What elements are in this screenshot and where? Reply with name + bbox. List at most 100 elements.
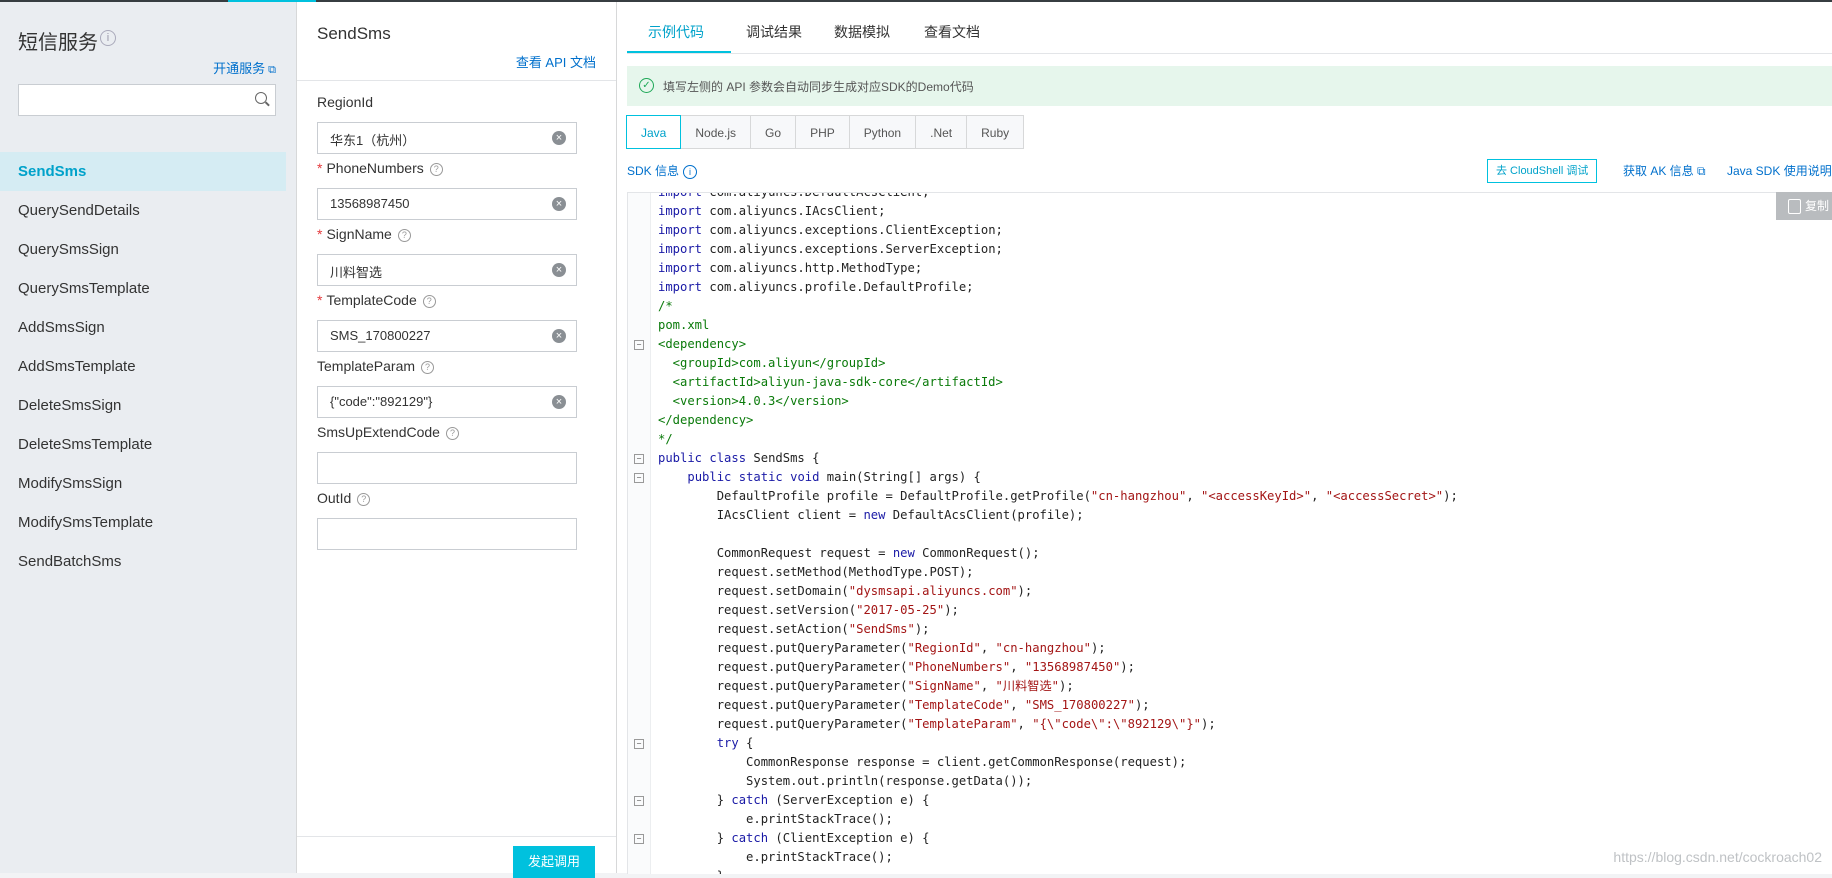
code-line: IAcsClient client = new DefaultAcsClient… bbox=[658, 508, 1084, 522]
help-icon[interactable]: ? bbox=[445, 426, 459, 440]
code-line: System.out.println(response.getData()); bbox=[658, 774, 1033, 788]
tab-debug-result[interactable]: 调试结果 bbox=[746, 22, 802, 42]
field-regionid: RegionId 华东1（杭州） × bbox=[317, 94, 577, 154]
sidebar-item-modifysmstemplate[interactable]: ModifySmsTemplate bbox=[0, 503, 286, 542]
sidebar: 短信服务 i 开通服务 ⧉ SendSms QuerySendDetails Quer… bbox=[0, 2, 297, 873]
signname-input[interactable]: 川料智选 × bbox=[317, 254, 577, 286]
fold-toggle-icon[interactable]: − bbox=[634, 834, 644, 844]
sidebar-item-deletesmstemplate[interactable]: DeleteSmsTemplate bbox=[0, 425, 286, 464]
code-line: <artifactId>aliyun-java-sdk-core</artifa… bbox=[658, 375, 1003, 389]
code-line: import com.aliyuncs.http.MethodType; bbox=[658, 261, 923, 275]
code-line: e.printStackTrace(); bbox=[658, 850, 893, 864]
fold-toggle-icon[interactable]: − bbox=[634, 454, 644, 464]
invoke-button[interactable]: 发起调用 bbox=[513, 846, 595, 878]
fold-toggle-icon[interactable]: − bbox=[634, 473, 644, 483]
required-marker: * bbox=[317, 292, 323, 308]
code-line: CommonRequest request = new CommonReques… bbox=[658, 546, 1040, 560]
required-marker: * bbox=[317, 226, 323, 242]
templatecode-input[interactable]: SMS_170800227 × bbox=[317, 320, 577, 352]
code-line: import com.aliyuncs.exceptions.ClientExc… bbox=[658, 223, 1003, 237]
sidebar-item-querysmstemplate[interactable]: QuerySmsTemplate bbox=[0, 269, 286, 308]
sdk-info-label: SDK 信息 bbox=[627, 164, 680, 178]
code-line: import com.aliyuncs.exceptions.ServerExc… bbox=[658, 242, 1003, 256]
clear-icon[interactable]: × bbox=[552, 395, 566, 409]
info-icon[interactable]: i bbox=[100, 30, 116, 46]
field-value: 华东1（杭州） bbox=[330, 133, 416, 148]
code-line: request.putQueryParameter("TemplateParam… bbox=[658, 717, 1216, 731]
lang-tab-ruby[interactable]: Ruby bbox=[966, 115, 1025, 149]
code-line: import com.aliyuncs.DefaultAcsClient; bbox=[658, 192, 930, 199]
code-gutter bbox=[628, 193, 651, 874]
search-icon[interactable] bbox=[255, 92, 267, 104]
notice-bar: ✓ 填写左侧的 API 参数会自动同步生成对应SDK的Demo代码 bbox=[627, 66, 1832, 106]
lang-tab-python[interactable]: Python bbox=[848, 115, 917, 149]
code-line: try { bbox=[716, 736, 754, 750]
tab-view-docs[interactable]: 查看文档 bbox=[924, 22, 980, 42]
lang-tab-nodejs[interactable]: Node.js bbox=[680, 115, 752, 149]
field-label: * TemplateCode? bbox=[317, 292, 577, 312]
sdk-usage-link[interactable]: Java SDK 使用说明 bbox=[1727, 162, 1832, 179]
lang-tab-net[interactable]: .Net bbox=[915, 115, 968, 149]
copy-icon bbox=[1788, 199, 1801, 215]
tab-data-mock[interactable]: 数据模拟 bbox=[834, 22, 890, 42]
code-line: e.printStackTrace(); bbox=[658, 812, 893, 826]
sidebar-item-deletesmssign[interactable]: DeleteSmsSign bbox=[0, 386, 286, 425]
smsupextendcode-input[interactable] bbox=[317, 452, 577, 484]
sidebar-item-addsmstemplate[interactable]: AddSmsTemplate bbox=[0, 347, 286, 386]
watermark: https://blog.csdn.net/cockroach02 bbox=[1613, 849, 1822, 865]
sidebar-item-querysmssign[interactable]: QuerySmsSign bbox=[0, 230, 286, 269]
sidebar-item-sendsms[interactable]: SendSms bbox=[0, 152, 286, 191]
tab-sample-code[interactable]: 示例代码 bbox=[648, 22, 704, 42]
code-editor[interactable]: import com.aliyuncs.DefaultAcsClient; imp… bbox=[627, 192, 1832, 874]
templateparam-input[interactable]: {"code":"892129"} × bbox=[317, 386, 577, 418]
cloudshell-button[interactable]: 去 CloudShell 调试 bbox=[1487, 159, 1598, 183]
clear-icon[interactable]: × bbox=[552, 329, 566, 343]
fold-toggle-icon[interactable]: − bbox=[634, 340, 644, 350]
field-label-text: OutId bbox=[317, 490, 352, 506]
open-service-link[interactable]: 开通服务 ⧉ bbox=[213, 58, 276, 77]
language-tabs: Java Node.js Go PHP Python .Net Ruby bbox=[626, 115, 1025, 149]
sidebar-item-querysenddetails[interactable]: QuerySendDetails bbox=[0, 191, 286, 230]
help-icon[interactable]: ? bbox=[357, 492, 371, 506]
form-divider bbox=[297, 80, 616, 81]
code-line: CommonResponse response = client.getComm… bbox=[658, 755, 1187, 769]
notice-text: 填写左侧的 API 参数会自动同步生成对应SDK的Demo代码 bbox=[663, 80, 974, 94]
code-line: pom.xml bbox=[658, 318, 710, 332]
code-line: public class SendSms { bbox=[658, 451, 820, 465]
help-icon[interactable]: ? bbox=[429, 162, 443, 176]
lang-tab-go[interactable]: Go bbox=[750, 115, 797, 149]
sdk-info-link[interactable]: SDK 信息 i bbox=[627, 162, 698, 179]
help-icon[interactable]: ? bbox=[421, 360, 435, 374]
sidebar-item-sendbatchsms[interactable]: SendBatchSms bbox=[0, 542, 286, 581]
field-smsupextendcode: SmsUpExtendCode? bbox=[317, 424, 577, 484]
regionid-input[interactable]: 华东1（杭州） × bbox=[317, 122, 577, 154]
field-outid: OutId? bbox=[317, 490, 577, 550]
clear-icon[interactable]: × bbox=[552, 197, 566, 211]
phonenumbers-input[interactable]: 13568987450 × bbox=[317, 188, 577, 220]
outid-input[interactable] bbox=[317, 518, 577, 550]
code-line: request.putQueryParameter("PhoneNumbers"… bbox=[658, 660, 1135, 674]
code-line: request.setMethod(MethodType.POST); bbox=[658, 565, 974, 579]
fold-toggle-icon[interactable]: − bbox=[634, 739, 644, 749]
field-label-text: RegionId bbox=[317, 94, 374, 110]
get-ak-link[interactable]: 获取 AK 信息 ⧉ bbox=[1623, 162, 1706, 179]
help-icon[interactable]: ? bbox=[422, 294, 436, 308]
fold-toggle-icon[interactable]: − bbox=[634, 796, 644, 806]
code-line: DefaultProfile profile = DefaultProfile.… bbox=[658, 489, 1458, 503]
required-marker: * bbox=[317, 160, 323, 176]
code-line: <dependency> bbox=[658, 337, 747, 351]
info-icon: i bbox=[683, 165, 698, 179]
clear-icon[interactable]: × bbox=[552, 263, 566, 277]
sidebar-search[interactable] bbox=[18, 84, 276, 116]
field-value: SMS_170800227 bbox=[330, 328, 431, 343]
code-line: request.setDomain("dysmsapi.aliyuncs.com… bbox=[658, 584, 1033, 598]
lang-tab-java[interactable]: Java bbox=[626, 115, 682, 149]
help-icon[interactable]: ? bbox=[397, 228, 411, 242]
copy-button[interactable]: 复制 bbox=[1776, 192, 1832, 220]
clear-icon[interactable]: × bbox=[552, 131, 566, 145]
code-line: </dependency> bbox=[658, 413, 754, 427]
lang-tab-php[interactable]: PHP bbox=[795, 115, 850, 149]
sidebar-item-addsmssign[interactable]: AddSmsSign bbox=[0, 308, 286, 347]
sidebar-item-modifysmssign[interactable]: ModifySmsSign bbox=[0, 464, 286, 503]
api-doc-link[interactable]: 查看 API 文档 bbox=[516, 52, 596, 71]
